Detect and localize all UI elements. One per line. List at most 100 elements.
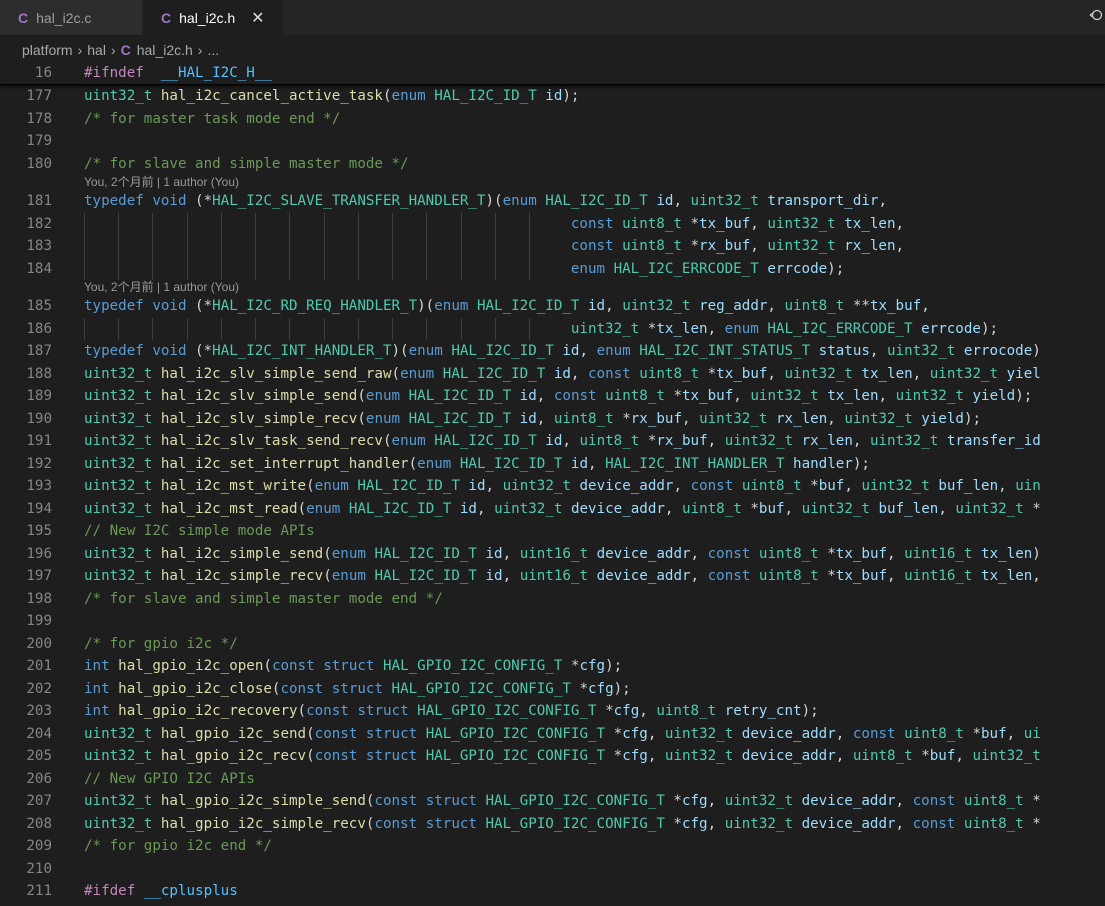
code-line[interactable]: 197 uint32_t hal_i2c_simple_recv(enum HAL…	[0, 565, 1105, 588]
line-number[interactable]: 192	[0, 453, 84, 476]
code-line[interactable]: 191 uint32_t hal_i2c_slv_task_send_recv(e…	[0, 430, 1105, 453]
line-number[interactable]: 181	[0, 190, 84, 213]
code-token: ,	[639, 703, 657, 719]
code-line[interactable]: 210	[0, 858, 1105, 881]
line-number[interactable]: 180	[0, 153, 84, 176]
tab-hal-i2c-h[interactable]: C hal_i2c.h ✕	[143, 0, 284, 35]
line-number[interactable]: 204	[0, 723, 84, 746]
line-number[interactable]: 186	[0, 318, 84, 341]
code-line[interactable]: 192 uint32_t hal_i2c_set_interrupt_handle…	[0, 453, 1105, 476]
line-number[interactable]: 207	[0, 790, 84, 813]
line-number[interactable]: 210	[0, 858, 84, 881]
code-line[interactable]: 211 #ifdef __cplusplus	[0, 880, 1105, 903]
code-token: uint32_t	[494, 500, 563, 517]
code-line[interactable]: 190 uint32_t hal_i2c_slv_simple_recv(enum…	[0, 408, 1105, 431]
code-line[interactable]: 208 uint32_t hal_gpio_i2c_simple_recv(con…	[0, 813, 1105, 836]
code-token: (	[408, 455, 418, 472]
code-token: )(	[391, 343, 409, 359]
line-number[interactable]: 199	[0, 610, 84, 633]
line-number[interactable]: 195	[0, 520, 84, 543]
code-token: tx_len	[981, 545, 1033, 562]
code-line[interactable]: 180/* for slave and simple master mode *…	[0, 153, 1105, 176]
line-number[interactable]: 184	[0, 258, 84, 281]
code-line[interactable]: 185 typedef void (*HAL_I2C_RD_REQ_HANDLER…	[0, 295, 1105, 318]
line-number[interactable]: 16	[0, 62, 84, 84]
close-icon[interactable]: ✕	[251, 8, 264, 28]
code-line[interactable]: 198/* for slave and simple master mode e…	[0, 588, 1105, 611]
line-number[interactable]: 190	[0, 408, 84, 431]
line-number[interactable]: 196	[0, 543, 84, 566]
code-line[interactable]: 178/* for master task mode end */	[0, 108, 1105, 131]
line-number[interactable]: 208	[0, 813, 84, 836]
line-number[interactable]: 200	[0, 633, 84, 656]
sticky-scroll-line[interactable]: 16 #ifndef __HAL_I2C_H__	[0, 62, 1105, 85]
line-number[interactable]: 206	[0, 768, 84, 791]
line-number[interactable]: 211	[0, 880, 84, 903]
code-line[interactable]: 187 typedef void (*HAL_I2C_INT_HANDLER_T)…	[0, 340, 1105, 363]
line-number[interactable]: 201	[0, 655, 84, 678]
code-line[interactable]: 206// New GPIO I2C APIs	[0, 768, 1105, 791]
line-number[interactable]: 188	[0, 363, 84, 386]
layout-icon[interactable]	[1089, 8, 1103, 26]
code-line[interactable]: 207 uint32_t hal_gpio_i2c_simple_send(con…	[0, 790, 1105, 813]
code-line[interactable]: 186 uint32_t *tx_len, enum HAL_I2C_ERRCO…	[0, 317, 1105, 341]
indent-guide	[84, 212, 85, 235]
code-token: HAL_I2C_ID_T	[434, 88, 537, 104]
code-line[interactable]: 203 int hal_gpio_i2c_recovery(const struc…	[0, 700, 1105, 723]
line-number[interactable]: 189	[0, 385, 84, 408]
code-line[interactable]: 183 const uint8_t *rx_buf, uint32_t rx_l…	[0, 235, 1105, 258]
line-number[interactable]: 177	[0, 85, 84, 108]
breadcrumb-item-file[interactable]: hal_i2c.h	[137, 42, 193, 58]
code-line[interactable]: 195// New I2C simple mode APIs	[0, 520, 1105, 543]
code-line[interactable]: 188 uint32_t hal_i2c_slv_simple_send_raw(…	[0, 363, 1105, 386]
code-line[interactable]: 179	[0, 130, 1105, 153]
breadcrumb-item-symbol[interactable]: ...	[207, 42, 219, 58]
code-editor[interactable]: 16 #ifndef __HAL_I2C_H__ 177 uint32_t hal_i…	[0, 62, 1105, 906]
codelens-blame[interactable]: You, 2个月前 | 1 author (You)	[0, 175, 1105, 190]
line-number[interactable]: 198	[0, 588, 84, 611]
code-line[interactable]: 184 enum HAL_I2C_ERRCODE_T errcode);	[0, 257, 1105, 281]
line-number[interactable]: 178	[0, 108, 84, 131]
code-line[interactable]: 209/* for gpio i2c end */	[0, 835, 1105, 858]
code-line[interactable]: 200/* for gpio i2c */	[0, 633, 1105, 656]
code-line[interactable]: 204 uint32_t hal_gpio_i2c_send(const stru…	[0, 723, 1105, 746]
line-number[interactable]: 209	[0, 835, 84, 858]
line-number[interactable]: 182	[0, 213, 84, 236]
code-token: uint8_t	[553, 410, 614, 427]
code-token: HAL_I2C_ERRCODE_T	[613, 260, 759, 277]
breadcrumb-item-hal[interactable]: hal	[87, 42, 106, 58]
code-line[interactable]: 201 int hal_gpio_i2c_open(const struct HA…	[0, 655, 1105, 678]
breadcrumb-item-platform[interactable]: platform	[22, 42, 73, 58]
codelens-blame[interactable]: You, 2个月前 | 1 author (You)	[0, 280, 1105, 295]
line-number[interactable]: 187	[0, 340, 84, 363]
tab-hal-i2c-c[interactable]: C hal_i2c.c	[0, 0, 143, 35]
line-number[interactable]: 205	[0, 745, 84, 768]
line-number[interactable]: 194	[0, 498, 84, 521]
line-number[interactable]: 203	[0, 700, 84, 723]
line-number[interactable]: 183	[0, 235, 84, 258]
code-line[interactable]: 194 uint32_t hal_i2c_mst_read(enum HAL_I2…	[0, 498, 1105, 521]
code-line[interactable]: 205 uint32_t hal_gpio_i2c_recv(const stru…	[0, 745, 1105, 768]
code-line[interactable]: 202 int hal_gpio_i2c_close(const struct H…	[0, 678, 1105, 701]
line-number[interactable]: 185	[0, 295, 84, 318]
code-line[interactable]: 193 uint32_t hal_i2c_mst_write(enum HAL_I…	[0, 475, 1105, 498]
code-line[interactable]: 199	[0, 610, 1105, 633]
code-token: *	[801, 478, 819, 494]
code-token: *	[1023, 500, 1041, 517]
code-line[interactable]: 177 uint32_t hal_i2c_cancel_active_task(e…	[0, 85, 1105, 108]
code-line[interactable]: 182 const uint8_t *tx_buf, uint32_t tx_l…	[0, 212, 1105, 236]
code-line[interactable]: 189 uint32_t hal_i2c_slv_simple_send(enum…	[0, 385, 1105, 408]
line-number[interactable]: 202	[0, 678, 84, 701]
line-number[interactable]: 193	[0, 475, 84, 498]
code-line[interactable]: 196 uint32_t hal_i2c_simple_send(enum HAL…	[0, 543, 1105, 566]
code-line[interactable]: 181 typedef void (*HAL_I2C_SLAVE_TRANSFER…	[0, 190, 1105, 213]
line-number[interactable]: 191	[0, 430, 84, 453]
line-number[interactable]: 197	[0, 565, 84, 588]
line-number[interactable]: 179	[0, 130, 84, 153]
code-token: uint32_t	[929, 365, 999, 382]
